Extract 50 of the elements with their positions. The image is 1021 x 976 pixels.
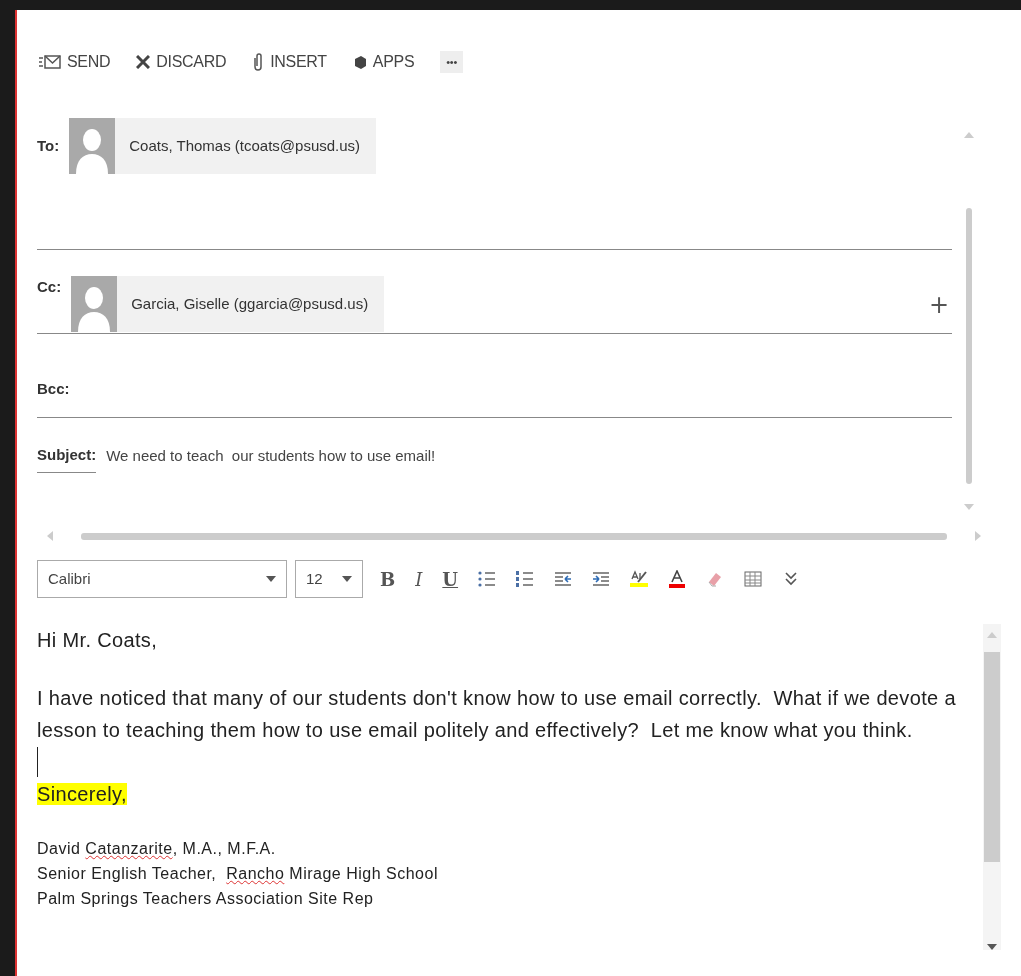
- signature-line: Senior English Teacher, Rancho Mirage High School: [37, 865, 438, 882]
- body-text: Hi Mr. Coats,: [37, 628, 159, 653]
- field-label: Cc:: [37, 277, 62, 297]
- insert-button[interactable]: INSERT: [252, 50, 327, 74]
- body-text: Sincerely,: [37, 783, 127, 805]
- avatar-icon: [69, 118, 116, 174]
- bcc-field[interactable]: Bcc:: [37, 334, 952, 418]
- scroll-right-icon: [975, 531, 981, 541]
- envelope-icon: [39, 55, 61, 69]
- signature-line: Palm Springs Teachers Association Site Rep: [37, 890, 374, 907]
- scroll-up-icon: [987, 632, 997, 638]
- font-color-icon[interactable]: [668, 570, 687, 588]
- recipient-chip[interactable]: Garcia, Giselle (ggarcia@psusd.us): [71, 276, 385, 332]
- paperclip-icon: [252, 53, 265, 71]
- signature-line: David Catanzarite, M.A., M.F.A.: [37, 840, 276, 857]
- text-cursor: [37, 747, 38, 777]
- apps-icon: [352, 55, 367, 69]
- scroll-down-icon: [964, 504, 974, 510]
- scrollbar-thumb[interactable]: [984, 652, 1000, 862]
- caret-icon: [342, 576, 352, 582]
- underline-button[interactable]: U: [439, 565, 462, 593]
- size-dropdown[interactable]: 12: [295, 560, 363, 598]
- add-button[interactable]: +: [925, 286, 952, 323]
- font-dropdown[interactable]: Calibri: [37, 560, 287, 598]
- numbered-list-icon[interactable]: [516, 570, 535, 588]
- avatar-icon: [71, 276, 118, 332]
- scroll-down-icon: [987, 944, 997, 950]
- more-button[interactable]: •••: [440, 51, 463, 73]
- highlighter-icon[interactable]: [630, 570, 649, 588]
- body-text: I have noticed that many of our students don't know how to use email correctly. What if we devote a lesson to teaching them how to use email politely and effectively? Let me know what you think.: [37, 686, 957, 743]
- bullet-list-icon[interactable]: [478, 570, 497, 588]
- table-icon[interactable]: [744, 570, 763, 588]
- scroll-left-icon: [47, 531, 53, 541]
- subject-field[interactable]: We need to teach our students how to use email!: [106, 444, 436, 467]
- field-label: Subject:: [37, 444, 97, 473]
- bold-button[interactable]: B: [377, 565, 399, 593]
- caret-icon: [266, 576, 276, 582]
- discard-button[interactable]: DISCARD: [136, 50, 227, 74]
- field-label: Bcc:: [37, 379, 70, 400]
- send-button[interactable]: SEND: [39, 50, 111, 74]
- close-icon: [136, 55, 151, 69]
- scrollbar-thumb[interactable]: [81, 532, 947, 540]
- indent-icon[interactable]: [592, 570, 611, 588]
- scrollbar-thumb[interactable]: [966, 208, 972, 484]
- recipient-chip[interactable]: Coats, Thomas (tcoats@psusd.us): [69, 118, 377, 174]
- apps-button[interactable]: APPS: [352, 50, 415, 74]
- field-label: To:: [37, 135, 60, 156]
- outdent-icon[interactable]: [554, 570, 573, 588]
- italic-button[interactable]: I: [412, 565, 426, 593]
- scroll-up-icon: [964, 132, 974, 138]
